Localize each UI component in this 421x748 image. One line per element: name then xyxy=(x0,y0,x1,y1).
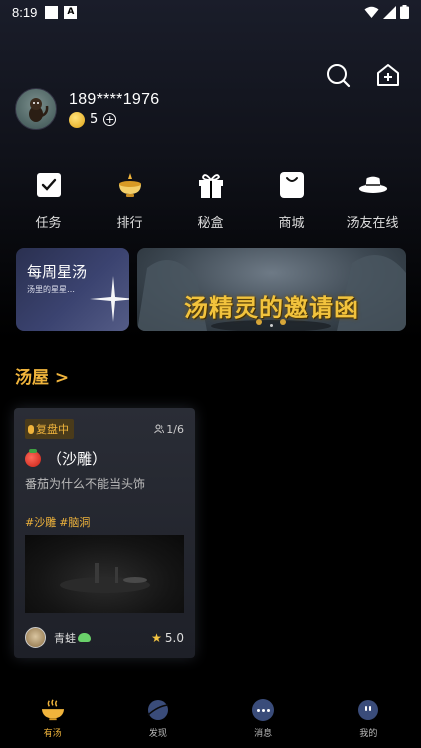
room-rating: ★ 5.0 xyxy=(151,631,184,645)
gift-box-icon xyxy=(198,174,223,198)
coin-balance: 5 + xyxy=(69,111,160,128)
search-icon[interactable] xyxy=(325,62,351,88)
carousel-indicator xyxy=(137,324,406,327)
sparkle-star-icon xyxy=(90,276,129,322)
coin-icon xyxy=(69,111,85,128)
frog-icon xyxy=(78,633,91,642)
trophy-bowl-icon xyxy=(118,173,141,197)
banner-title: 汤精灵的邀请函 xyxy=(184,293,359,322)
avatar[interactable] xyxy=(15,88,57,130)
add-coins-icon[interactable]: + xyxy=(103,113,117,126)
profile-header[interactable]: 189****1976 5 + xyxy=(15,88,160,130)
room-title-text: （沙雕） xyxy=(47,450,108,468)
hat-icon xyxy=(358,176,387,193)
status-bar: 8:19 A xyxy=(0,0,421,24)
shortcut-mall[interactable]: 商城 xyxy=(257,170,327,231)
coin-count: 5 xyxy=(90,112,99,127)
rating-value: 5.0 xyxy=(164,630,184,645)
room-people-count: 1/6 xyxy=(166,422,184,436)
carousel-dot xyxy=(270,324,273,327)
tab-mine-label: 我的 xyxy=(359,729,378,739)
shortcut-mall-label: 商城 xyxy=(278,216,305,231)
shortcut-row: 任务 排行 秘盒 商城 汤友在线 xyxy=(0,170,421,231)
tab-discover-label: 发现 xyxy=(148,729,167,739)
shortcut-mystery-box-label: 秘盒 xyxy=(197,216,224,231)
bottom-tab-bar: 有汤 发现 消息 我的 xyxy=(0,688,421,748)
room-scene-illustration xyxy=(60,563,150,593)
notification-a-icon: A xyxy=(64,5,78,19)
star-icon: ★ xyxy=(151,630,162,645)
shopping-bag-icon xyxy=(279,172,304,198)
soup-house-section-title[interactable]: 汤屋 > xyxy=(15,363,69,388)
mic-icon xyxy=(28,424,34,434)
weekly-star-title: 每周星汤 xyxy=(27,263,88,281)
tab-home[interactable]: 有汤 xyxy=(18,698,88,748)
shortcut-task-label: 任务 xyxy=(35,216,62,231)
status-badge: 复盘中 xyxy=(25,419,74,439)
room-occupancy: 1/6 xyxy=(154,423,184,436)
tomato-icon xyxy=(25,448,41,467)
create-room-house-icon[interactable] xyxy=(375,62,401,88)
shortcut-ranking[interactable]: 排行 xyxy=(95,170,165,231)
soup-bowl-icon xyxy=(41,699,64,721)
people-icon xyxy=(154,424,165,434)
shortcut-task[interactable]: 任务 xyxy=(14,170,84,231)
shortcut-friends-online-label: 汤友在线 xyxy=(346,216,399,231)
task-check-icon xyxy=(36,173,61,197)
status-time: 8:19 xyxy=(12,4,38,20)
notification-square-icon xyxy=(45,5,59,19)
wifi-icon xyxy=(364,6,379,18)
message-bubble-icon xyxy=(252,699,275,721)
room-title: （沙雕） xyxy=(25,448,107,469)
tab-discover[interactable]: 发现 xyxy=(123,698,193,748)
battery-icon xyxy=(400,5,409,19)
shortcut-mystery-box[interactable]: 秘盒 xyxy=(176,170,246,231)
room-tag: #脑洞 xyxy=(59,516,91,529)
tab-mine[interactable]: 我的 xyxy=(333,698,403,748)
room-tag: #沙雕 xyxy=(25,516,57,529)
room-status: 复盘中 xyxy=(36,423,69,436)
weekly-star-banner[interactable]: 每周星汤 汤里的星星… xyxy=(16,248,129,331)
tab-messages[interactable]: 消息 xyxy=(228,698,298,748)
room-tags: #沙雕 #脑洞 xyxy=(25,514,93,530)
room-description: 番茄为什么不能当头饰 xyxy=(25,477,146,491)
tab-home-label: 有汤 xyxy=(43,729,62,739)
user-phone: 189****1976 xyxy=(69,90,160,108)
shortcut-friends-online[interactable]: 汤友在线 xyxy=(338,170,408,231)
profile-face-icon xyxy=(358,700,379,720)
tab-messages-label: 消息 xyxy=(254,729,273,739)
host-avatar[interactable] xyxy=(25,627,46,648)
host-name: 青蛙 xyxy=(54,631,76,645)
shortcut-ranking-label: 排行 xyxy=(116,216,143,231)
banner-row: 每周星汤 汤里的星星… 汤精灵的邀请函 xyxy=(16,248,406,331)
carousel-banner[interactable]: 汤精灵的邀请函 xyxy=(137,248,406,331)
room-cover-image xyxy=(25,535,184,613)
signal-icon xyxy=(383,5,396,19)
otter-avatar-icon xyxy=(29,98,49,122)
weekly-star-subtitle: 汤里的星星… xyxy=(27,285,75,294)
room-card[interactable]: 复盘中 1/6 （沙雕） 番茄为什么不能当头饰 #沙雕 #脑洞 青蛙 ★ 5.0 xyxy=(14,408,195,658)
planet-icon xyxy=(147,700,168,720)
